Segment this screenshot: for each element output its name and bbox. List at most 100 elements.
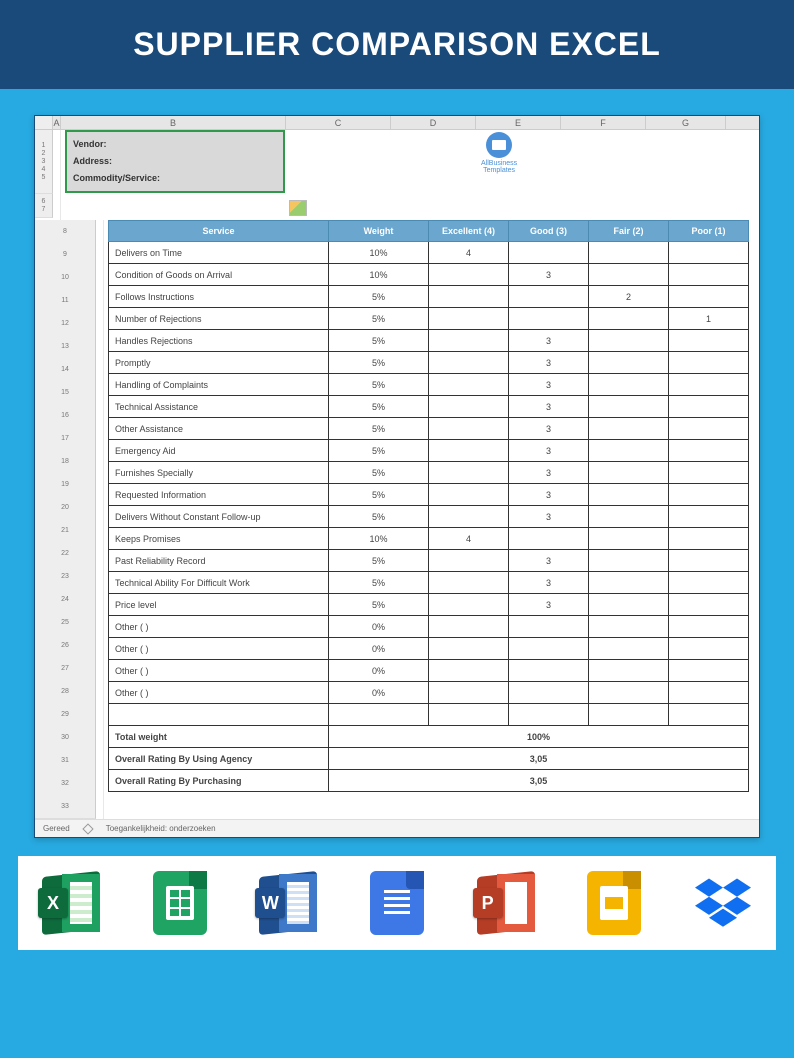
cell-weight[interactable]: 10% [329, 242, 429, 264]
cell-excellent[interactable] [429, 264, 509, 286]
cell-poor[interactable] [669, 242, 749, 264]
cell-good[interactable] [509, 682, 589, 704]
cell-weight[interactable]: 0% [329, 616, 429, 638]
col-head-c[interactable]: C [286, 116, 391, 129]
th-poor[interactable]: Poor (1) [669, 221, 749, 242]
cell-poor[interactable] [669, 594, 749, 616]
cell-service[interactable]: Other Assistance [109, 418, 329, 440]
cell-service[interactable]: Requested Information [109, 484, 329, 506]
table-row[interactable]: Other ( )0% [109, 682, 749, 704]
cell-good[interactable]: 3 [509, 374, 589, 396]
cell-fair[interactable]: 2 [589, 286, 669, 308]
table-row[interactable]: Handling of Complaints5% 3 [109, 374, 749, 396]
cell-weight[interactable]: 5% [329, 286, 429, 308]
rating-agency-label[interactable]: Overall Rating By Using Agency [109, 748, 329, 770]
th-weight[interactable]: Weight [329, 221, 429, 242]
cell-service[interactable]: Past Reliability Record [109, 550, 329, 572]
cell-service[interactable]: Other ( ) [109, 660, 329, 682]
cell-good[interactable]: 3 [509, 550, 589, 572]
cell-fair[interactable] [589, 308, 669, 330]
cell-excellent[interactable] [429, 550, 509, 572]
cell-weight[interactable]: 5% [329, 308, 429, 330]
cell-poor[interactable] [669, 550, 749, 572]
total-weight-label[interactable]: Total weight [109, 726, 329, 748]
cell-good[interactable]: 3 [509, 396, 589, 418]
cell-fair[interactable] [589, 528, 669, 550]
cell-fair[interactable] [589, 462, 669, 484]
cell-excellent[interactable] [429, 638, 509, 660]
cell-poor[interactable] [669, 660, 749, 682]
google-slides-icon[interactable] [579, 868, 649, 938]
cell-service[interactable]: Handling of Complaints [109, 374, 329, 396]
table-row[interactable]: Price level5%3 [109, 594, 749, 616]
cell-weight[interactable]: 0% [329, 682, 429, 704]
col-head-d[interactable]: D [391, 116, 476, 129]
cell-service[interactable]: Emergency Aid [109, 440, 329, 462]
cell-weight[interactable]: 5% [329, 374, 429, 396]
cell-good[interactable] [509, 528, 589, 550]
table-row[interactable]: Promptly5%3 [109, 352, 749, 374]
cell-service[interactable]: Delivers Without Constant Follow-up [109, 506, 329, 528]
table-row[interactable]: Technical Ability For Difficult Work5%3 [109, 572, 749, 594]
table-row[interactable]: Technical Assistance5%3 [109, 396, 749, 418]
col-head-e[interactable]: E [476, 116, 561, 129]
cell-poor[interactable] [669, 264, 749, 286]
cell-excellent[interactable] [429, 286, 509, 308]
cell-weight[interactable]: 5% [329, 462, 429, 484]
rating-agency-value[interactable]: 3,05 [329, 748, 749, 770]
row-headers-top[interactable]: 1 2 3 4 5 [35, 130, 53, 194]
cell-weight[interactable]: 5% [329, 594, 429, 616]
table-row[interactable]: Follows Instructions5%2 [109, 286, 749, 308]
cell-fair[interactable] [589, 550, 669, 572]
cell-weight[interactable]: 5% [329, 418, 429, 440]
cell-fair[interactable] [589, 660, 669, 682]
cell-poor[interactable] [669, 418, 749, 440]
th-good[interactable]: Good (3) [509, 221, 589, 242]
cell-good[interactable]: 3 [509, 572, 589, 594]
table-row[interactable]: Delivers Without Constant Follow-up5% 3 [109, 506, 749, 528]
cell-weight[interactable]: 5% [329, 550, 429, 572]
accessibility-icon[interactable] [82, 823, 93, 834]
cell-excellent[interactable] [429, 352, 509, 374]
cell-fair[interactable] [589, 352, 669, 374]
cell-excellent[interactable] [429, 440, 509, 462]
cell-poor[interactable] [669, 352, 749, 374]
google-docs-icon[interactable] [362, 868, 432, 938]
cell-poor[interactable] [669, 440, 749, 462]
cell-excellent[interactable] [429, 418, 509, 440]
cell-service[interactable]: Promptly [109, 352, 329, 374]
cell-weight[interactable]: 5% [329, 506, 429, 528]
cell-good[interactable]: 3 [509, 418, 589, 440]
cell-poor[interactable] [669, 638, 749, 660]
cell-fair[interactable] [589, 594, 669, 616]
cell-good[interactable]: 3 [509, 484, 589, 506]
cell-good[interactable] [509, 616, 589, 638]
google-sheets-icon[interactable] [145, 868, 215, 938]
cell-weight[interactable]: 5% [329, 440, 429, 462]
table-row[interactable]: Other ( )0% [109, 660, 749, 682]
cell-service[interactable]: Other ( ) [109, 616, 329, 638]
cell-good[interactable]: 3 [509, 506, 589, 528]
cell-service[interactable]: Delivers on Time [109, 242, 329, 264]
powerpoint-icon[interactable]: P [471, 868, 541, 938]
cell-good[interactable]: 3 [509, 594, 589, 616]
cell-fair[interactable] [589, 440, 669, 462]
cell-poor[interactable] [669, 484, 749, 506]
cell-poor[interactable] [669, 330, 749, 352]
cell-fair[interactable] [589, 264, 669, 286]
cell-excellent[interactable] [429, 484, 509, 506]
cell-excellent[interactable]: 4 [429, 528, 509, 550]
total-weight-value[interactable]: 100% [329, 726, 749, 748]
table-row[interactable]: Condition of Goods on Arrival10%3 [109, 264, 749, 286]
cell-good[interactable] [509, 308, 589, 330]
cell-weight[interactable]: 5% [329, 352, 429, 374]
vendor-info-box[interactable]: Vendor: Address: Commodity/Service: [65, 130, 285, 193]
table-row[interactable]: Other ( )0% [109, 638, 749, 660]
cell-good[interactable] [509, 242, 589, 264]
cell-weight[interactable]: 10% [329, 264, 429, 286]
cell-fair[interactable] [589, 242, 669, 264]
cell-service[interactable]: Keeps Promises [109, 528, 329, 550]
table-row[interactable]: Number of Rejections5%1 [109, 308, 749, 330]
select-all-corner[interactable] [35, 116, 53, 129]
cell-weight[interactable]: 0% [329, 660, 429, 682]
